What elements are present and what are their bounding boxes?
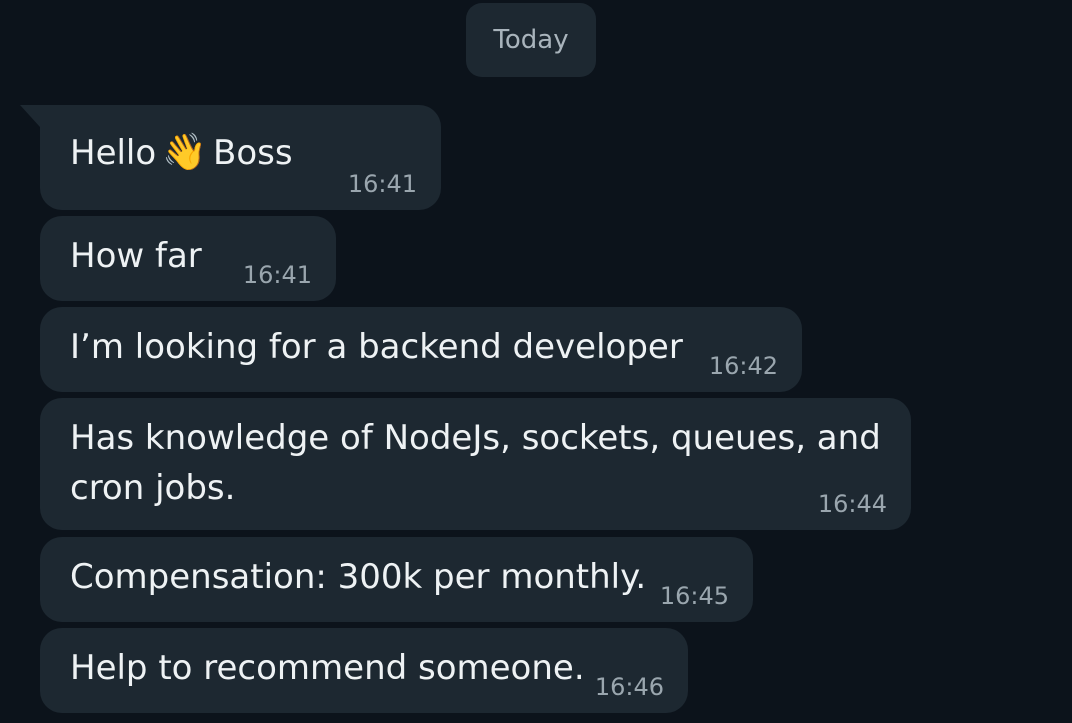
message-time: 16:44	[817, 490, 887, 518]
message-bubble[interactable]: Hello 👋 Boss 16:41	[40, 105, 441, 210]
message-text-line: Has knowledge of NodeJs, sockets, queues…	[70, 418, 881, 458]
message-time: 16:41	[347, 170, 417, 198]
message-bubble[interactable]: Has knowledge of NodeJs, sockets, queues…	[40, 398, 911, 530]
message-text: I’m looking for a backend developer	[70, 327, 683, 367]
date-divider: Today	[466, 3, 596, 77]
message-time: 16:45	[659, 582, 729, 610]
message-bubble[interactable]: How far 16:41	[40, 216, 336, 301]
bubble-tail	[20, 105, 40, 127]
message-text: Compensation: 300k per monthly.	[70, 557, 647, 597]
message-bubble[interactable]: Help to recommend someone. 16:46	[40, 628, 688, 713]
waving-hand-icon: 👋	[162, 132, 208, 173]
message-text-line: cron jobs.	[70, 468, 236, 508]
message-time: 16:46	[594, 673, 664, 701]
message-text: Help to recommend someone.	[70, 648, 585, 688]
message-bubble[interactable]: I’m looking for a backend developer 16:4…	[40, 307, 802, 392]
chat-screen: Today Hello 👋 Boss 16:41 How far 16:41 I’m…	[0, 0, 1072, 723]
message-time: 16:41	[242, 261, 312, 289]
message-text-part: Hello	[70, 133, 157, 173]
message-text: Hello 👋 Boss	[70, 129, 293, 177]
message-text-part: Boss	[213, 133, 293, 173]
message-time: 16:42	[708, 352, 778, 380]
message-bubble[interactable]: Compensation: 300k per monthly. 16:45	[40, 537, 753, 622]
message-text: How far	[70, 236, 202, 276]
